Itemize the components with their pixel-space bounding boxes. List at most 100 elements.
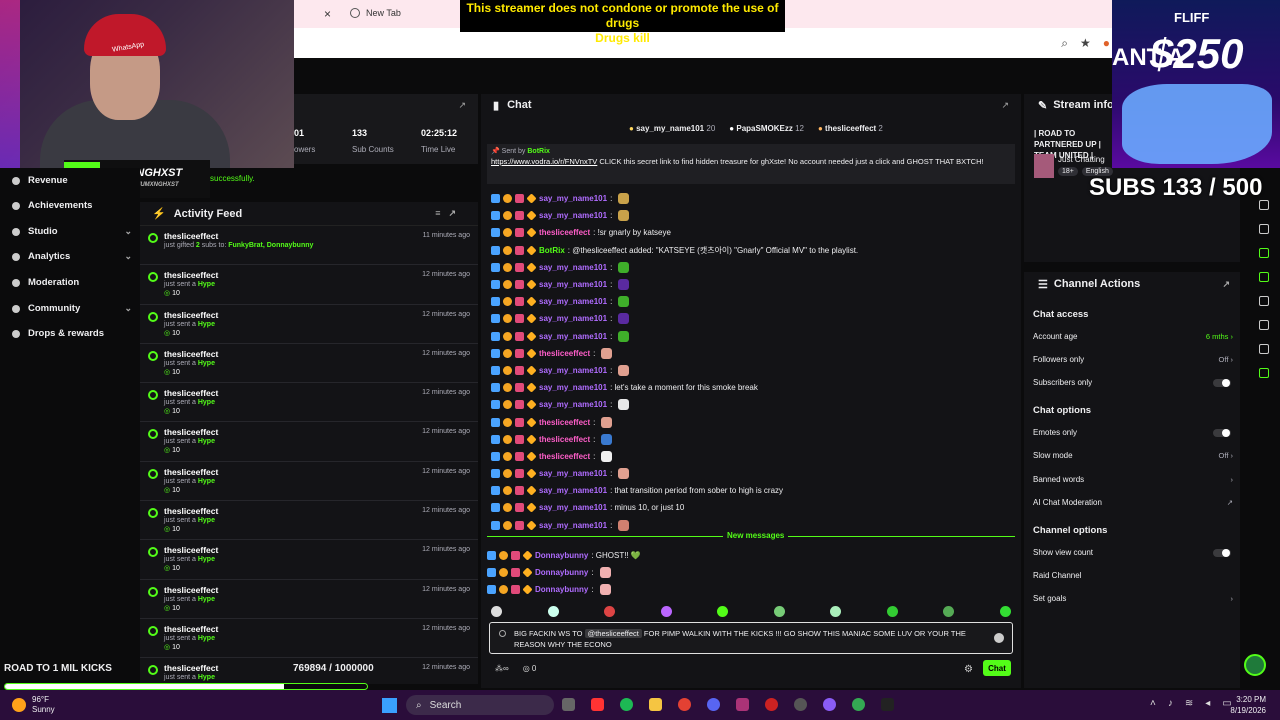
activity-row[interactable]: thesliceeffectjust sent a Hype◎ 1012 min… (140, 540, 478, 580)
chat-icon[interactable] (1259, 248, 1269, 258)
activity-row[interactable]: thesliceeffectjust sent a Hype◎ 1012 min… (140, 619, 478, 659)
chat-username[interactable]: say_my_name101 (539, 383, 607, 392)
chrome-icon[interactable] (852, 698, 865, 711)
chrome-icon[interactable] (678, 698, 691, 711)
floating-action-button[interactable] (1244, 654, 1266, 676)
followers-only-setting[interactable]: Followers only Off › (1033, 355, 1233, 364)
view-count-toggle[interactable] (1213, 548, 1231, 557)
send-chat-button[interactable]: Chat (983, 660, 1011, 676)
users-icon[interactable] (1259, 344, 1269, 354)
activity-row[interactable]: thesliceeffectjust sent a Hype◎ 1012 min… (140, 344, 478, 384)
emote-icon[interactable] (604, 606, 616, 617)
chat-username[interactable]: say_my_name101 (539, 332, 607, 341)
leaderboard-entry[interactable]: ● thesliceeffect 2 (818, 124, 883, 133)
chat-username[interactable]: say_my_name101 (539, 521, 607, 530)
activity-row[interactable]: thesliceeffectjust sent a Hype◎ 1012 min… (140, 265, 478, 305)
spotify-icon[interactable] (620, 698, 633, 711)
chat-username[interactable]: say_my_name101 (539, 486, 607, 495)
activity-row[interactable]: thesliceeffectjust sent a Hype◎ 1012 min… (140, 422, 478, 462)
set-goals-setting[interactable]: Set goals › (1033, 594, 1233, 603)
account-age-setting[interactable]: Account age 6 mths › (1033, 332, 1233, 341)
emote-icon[interactable] (886, 606, 898, 617)
chat-username[interactable]: Donnaybunny (535, 568, 588, 577)
emote-icon[interactable] (999, 606, 1011, 617)
chat-username[interactable]: thesliceeffect (539, 452, 590, 461)
shield-icon[interactable] (1259, 368, 1269, 378)
alien-emote-icon[interactable] (717, 606, 729, 617)
chat-username[interactable]: say_my_name101 (539, 263, 607, 272)
chat-username[interactable]: say_my_name101 (539, 280, 607, 289)
leaderboard-entry[interactable]: ● PapaSMOKEzz 12 (729, 124, 804, 133)
terminal-icon[interactable] (881, 698, 894, 711)
activity-row[interactable]: thesliceeffect just gifted 2 subs to: Fun… (140, 226, 478, 266)
chat-username[interactable]: Donnaybunny (535, 585, 588, 594)
sidebar-item-moderation[interactable]: Moderation (12, 277, 132, 288)
folder-icon[interactable] (649, 698, 662, 711)
activity-row[interactable]: thesliceeffectjust sent a Hype◎ 1012 min… (140, 580, 478, 619)
chat-username[interactable]: say_my_name101 (539, 211, 607, 220)
activity-row[interactable]: thesliceeffectjust sent a Hype◎ 1012 min… (140, 305, 478, 344)
sidebar-item-community[interactable]: Community ⌄ (12, 303, 132, 314)
chat-username[interactable]: Donnaybunny (535, 551, 588, 560)
chat-username[interactable]: say_my_name101 (539, 469, 607, 478)
chat-username[interactable]: say_my_name101 (539, 297, 607, 306)
obs-icon[interactable] (765, 698, 778, 711)
taskbar-clock[interactable]: 3:20 PM 8/19/2026 (1230, 694, 1266, 716)
popout-icon[interactable]: ↗ (1222, 279, 1230, 290)
activity-feed-controls[interactable]: ≡↗ (435, 208, 464, 219)
pinned-by-user[interactable]: BotRix (527, 148, 550, 155)
emotes-only-toggle[interactable] (1213, 428, 1231, 437)
emote-icon[interactable] (943, 606, 955, 617)
list-icon[interactable] (1259, 224, 1269, 234)
emoji-picker-icon[interactable] (994, 633, 1004, 643)
chat-username[interactable]: say_my_name101 (539, 366, 607, 375)
slow-mode-setting[interactable]: Slow mode Off › (1033, 451, 1233, 460)
ai-moderation-setting[interactable]: AI Chat Moderation ↗ (1033, 498, 1233, 507)
file-explorer-icon[interactable] (562, 698, 575, 711)
chat-username[interactable]: say_my_name101 (539, 194, 607, 203)
microphone-icon[interactable]: ♪ (1168, 698, 1173, 709)
layout-icon[interactable] (1259, 296, 1269, 306)
sidebar-item-analytics[interactable]: Analytics ⌄ (12, 251, 132, 262)
emote-icon[interactable] (773, 606, 785, 617)
chat-username[interactable]: thesliceeffect (539, 349, 590, 358)
gear-icon[interactable]: ⚙ (964, 664, 973, 675)
raid-channel-button[interactable]: Raid Channel (1033, 571, 1233, 580)
chat-username[interactable]: say_my_name101 (539, 314, 607, 323)
wrench-icon[interactable] (1259, 320, 1269, 330)
activity-row[interactable]: thesliceeffectjust sent a Hype◎ 1012 min… (140, 501, 478, 541)
sidebar-item-drops[interactable]: Drops & rewards (12, 328, 132, 339)
chat-username[interactable]: thesliceeffect (539, 418, 590, 427)
tab-close-button[interactable]: × (324, 7, 331, 21)
chat-username[interactable]: thesliceeffect (539, 228, 590, 237)
sidebar-item-studio[interactable]: Studio ⌄ (12, 226, 132, 237)
app-icon[interactable] (736, 698, 749, 711)
taskbar-search[interactable]: ⌕ Search (406, 695, 554, 715)
zoom-icon[interactable]: ⌕ (1061, 36, 1068, 51)
stream-category[interactable]: Just Chatting (1058, 155, 1105, 164)
emote-icon[interactable] (830, 606, 842, 617)
app-icon[interactable] (794, 698, 807, 711)
sidebar-item-achievements[interactable]: Achievements (12, 200, 132, 211)
heart-emote-icon[interactable] (491, 606, 502, 617)
popout-icon[interactable]: ↗ (458, 100, 466, 111)
leaderboard-entry[interactable]: ● say_my_name101 20 (629, 124, 715, 133)
wifi-icon[interactable]: ≋ (1185, 698, 1193, 709)
emote-icon[interactable] (547, 606, 559, 617)
chat-popout-icon[interactable]: ↗ (1001, 100, 1009, 111)
chat-username[interactable]: thesliceeffect (539, 435, 590, 444)
extension-icon[interactable]: ● (1103, 36, 1110, 51)
chat-username[interactable]: say_my_name101 (539, 503, 607, 512)
new-tab[interactable]: New Tab (350, 8, 401, 18)
bookmark-star-icon[interactable]: ★ (1080, 36, 1091, 51)
emote-icon[interactable] (660, 606, 672, 617)
chat-input[interactable]: BIG FACKIN WS TO @thesliceeffect FOR PIM… (489, 622, 1013, 654)
windows-start-icon[interactable] (382, 698, 397, 713)
code-icon[interactable] (1259, 272, 1269, 282)
chat-username[interactable]: BotRix (539, 246, 565, 255)
infinity-icon[interactable]: ⁂∞ (495, 664, 509, 673)
banned-words-setting[interactable]: Banned words › (1033, 475, 1233, 484)
activity-row[interactable]: thesliceeffectjust sent a Hype◎ 1012 min… (140, 462, 478, 502)
pinned-link[interactable]: https://www.vodra.io/r/FNVnxTV (491, 157, 597, 166)
app-icon[interactable] (823, 698, 836, 711)
